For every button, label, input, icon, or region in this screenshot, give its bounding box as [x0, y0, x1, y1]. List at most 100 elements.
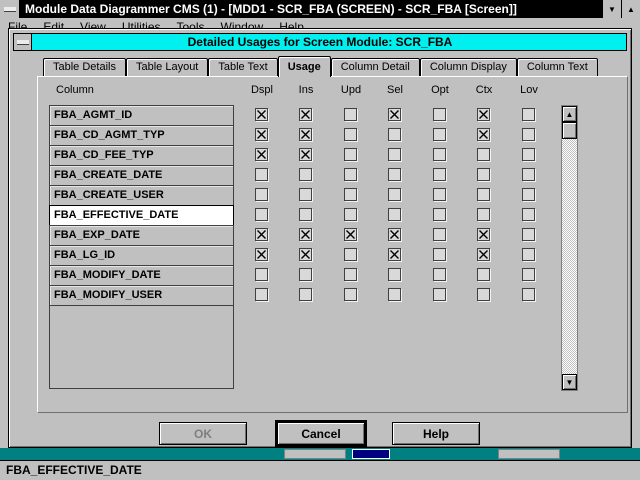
checkbox-ins-fba_cd_agmt_typ[interactable]	[299, 128, 312, 141]
checkbox-ins-fba_exp_date[interactable]	[299, 228, 312, 241]
checkbox-ctx-fba_exp_date[interactable]	[477, 228, 490, 241]
checkbox-lov-fba_exp_date[interactable]	[522, 228, 535, 241]
tab-table-text[interactable]: Table Text	[208, 58, 277, 76]
scrollbar-thumb[interactable]	[562, 122, 577, 139]
checkbox-opt-fba_agmt_id[interactable]	[433, 108, 446, 121]
checkbox-lov-fba_create_user[interactable]	[522, 188, 535, 201]
checkbox-ins-fba_modify_user[interactable]	[299, 288, 312, 301]
check-header-opt: Opt	[418, 84, 462, 96]
scroll-up-button[interactable]: ▲	[562, 106, 577, 122]
checkbox-lov-fba_create_date[interactable]	[522, 168, 535, 181]
checkbox-sel-fba_agmt_id[interactable]	[388, 108, 401, 121]
dialog-titlebar[interactable]: Detailed Usages for Screen Module: SCR_F…	[13, 33, 627, 51]
checkbox-upd-fba_modify_date[interactable]	[344, 268, 357, 281]
scroll-down-button[interactable]: ▼	[562, 374, 577, 390]
checkbox-dspl-fba_agmt_id[interactable]	[255, 108, 268, 121]
checkbox-ctx-fba_cd_agmt_typ[interactable]	[477, 128, 490, 141]
checkbox-upd-fba_exp_date[interactable]	[344, 228, 357, 241]
check-x-icon	[389, 249, 400, 260]
dialog-system-menu-button[interactable]	[14, 34, 32, 50]
checkbox-ins-fba_create_user[interactable]	[299, 188, 312, 201]
tab-table-details[interactable]: Table Details	[43, 58, 126, 76]
checkbox-lov-fba_modify_user[interactable]	[522, 288, 535, 301]
checkbox-upd-fba_agmt_id[interactable]	[344, 108, 357, 121]
checkbox-dspl-fba_effective_date[interactable]	[255, 208, 268, 221]
checkbox-dspl-fba_modify_user[interactable]	[255, 288, 268, 301]
ok-button[interactable]: OK	[159, 422, 247, 445]
checkbox-opt-fba_cd_fee_typ[interactable]	[433, 148, 446, 161]
checkbox-upd-fba_lg_id[interactable]	[344, 248, 357, 261]
checkbox-sel-fba_lg_id[interactable]	[388, 248, 401, 261]
tab-column-display[interactable]: Column Display	[420, 58, 517, 76]
check-x-icon	[300, 129, 311, 140]
checkbox-opt-fba_effective_date[interactable]	[433, 208, 446, 221]
checkbox-sel-fba_cd_fee_typ[interactable]	[388, 148, 401, 161]
check-x-icon	[478, 129, 489, 140]
checkbox-ctx-fba_create_user[interactable]	[477, 188, 490, 201]
checkbox-ins-fba_create_date[interactable]	[299, 168, 312, 181]
checkbox-dspl-fba_create_user[interactable]	[255, 188, 268, 201]
checkbox-sel-fba_modify_date[interactable]	[388, 268, 401, 281]
checkbox-upd-fba_cd_fee_typ[interactable]	[344, 148, 357, 161]
checkbox-ctx-fba_create_date[interactable]	[477, 168, 490, 181]
checkbox-upd-fba_create_user[interactable]	[344, 188, 357, 201]
checkbox-lov-fba_effective_date[interactable]	[522, 208, 535, 221]
checkbox-dspl-fba_cd_fee_typ[interactable]	[255, 148, 268, 161]
checkbox-ctx-fba_agmt_id[interactable]	[477, 108, 490, 121]
checkbox-ctx-fba_lg_id[interactable]	[477, 248, 490, 261]
cancel-button[interactable]: Cancel	[277, 422, 365, 445]
app-titlebar: Module Data Diagrammer CMS (1) - [MDD1 -…	[0, 0, 640, 18]
check-x-icon	[478, 109, 489, 120]
minimize-icon: ▼	[608, 5, 616, 14]
checkbox-ctx-fba_modify_date[interactable]	[477, 268, 490, 281]
checkbox-opt-fba_create_date[interactable]	[433, 168, 446, 181]
check-x-icon	[389, 229, 400, 240]
checkbox-lov-fba_cd_fee_typ[interactable]	[522, 148, 535, 161]
checkbox-upd-fba_cd_agmt_typ[interactable]	[344, 128, 357, 141]
checkbox-sel-fba_exp_date[interactable]	[388, 228, 401, 241]
check-header-sel: Sel	[373, 84, 417, 96]
window-fragment	[284, 449, 346, 459]
checkbox-ctx-fba_modify_user[interactable]	[477, 288, 490, 301]
system-menu-button[interactable]	[0, 0, 20, 18]
checkbox-lov-fba_cd_agmt_typ[interactable]	[522, 128, 535, 141]
tab-column-text[interactable]: Column Text	[517, 58, 598, 76]
checkbox-dspl-fba_cd_agmt_typ[interactable]	[255, 128, 268, 141]
checkbox-opt-fba_cd_agmt_typ[interactable]	[433, 128, 446, 141]
vertical-scrollbar[interactable]: ▲ ▼	[561, 105, 578, 391]
maximize-button[interactable]: ▲	[621, 0, 640, 18]
checkbox-ins-fba_effective_date[interactable]	[299, 208, 312, 221]
checkbox-sel-fba_modify_user[interactable]	[388, 288, 401, 301]
checkbox-upd-fba_modify_user[interactable]	[344, 288, 357, 301]
checkbox-sel-fba_effective_date[interactable]	[388, 208, 401, 221]
help-button[interactable]: Help	[392, 422, 480, 445]
window-controls: ▼ ▲	[602, 0, 640, 18]
checkbox-dspl-fba_modify_date[interactable]	[255, 268, 268, 281]
checkbox-opt-fba_lg_id[interactable]	[433, 248, 446, 261]
checkbox-ins-fba_modify_date[interactable]	[299, 268, 312, 281]
checkbox-upd-fba_create_date[interactable]	[344, 168, 357, 181]
checkbox-dspl-fba_exp_date[interactable]	[255, 228, 268, 241]
tab-column-detail[interactable]: Column Detail	[331, 58, 420, 76]
checkbox-ctx-fba_cd_fee_typ[interactable]	[477, 148, 490, 161]
checkbox-dspl-fba_lg_id[interactable]	[255, 248, 268, 261]
tab-usage[interactable]: Usage	[278, 56, 331, 77]
checkbox-lov-fba_agmt_id[interactable]	[522, 108, 535, 121]
checkbox-upd-fba_effective_date[interactable]	[344, 208, 357, 221]
checkbox-ins-fba_agmt_id[interactable]	[299, 108, 312, 121]
checkbox-sel-fba_create_date[interactable]	[388, 168, 401, 181]
checkbox-ins-fba_lg_id[interactable]	[299, 248, 312, 261]
checkbox-opt-fba_exp_date[interactable]	[433, 228, 446, 241]
checkbox-lov-fba_modify_date[interactable]	[522, 268, 535, 281]
minimize-button[interactable]: ▼	[602, 0, 621, 18]
checkbox-opt-fba_modify_date[interactable]	[433, 268, 446, 281]
checkbox-sel-fba_cd_agmt_typ[interactable]	[388, 128, 401, 141]
checkbox-lov-fba_lg_id[interactable]	[522, 248, 535, 261]
tab-table-layout[interactable]: Table Layout	[126, 58, 208, 76]
checkbox-ctx-fba_effective_date[interactable]	[477, 208, 490, 221]
checkbox-ins-fba_cd_fee_typ[interactable]	[299, 148, 312, 161]
checkbox-opt-fba_modify_user[interactable]	[433, 288, 446, 301]
checkbox-dspl-fba_create_date[interactable]	[255, 168, 268, 181]
checkbox-sel-fba_create_user[interactable]	[388, 188, 401, 201]
checkbox-opt-fba_create_user[interactable]	[433, 188, 446, 201]
